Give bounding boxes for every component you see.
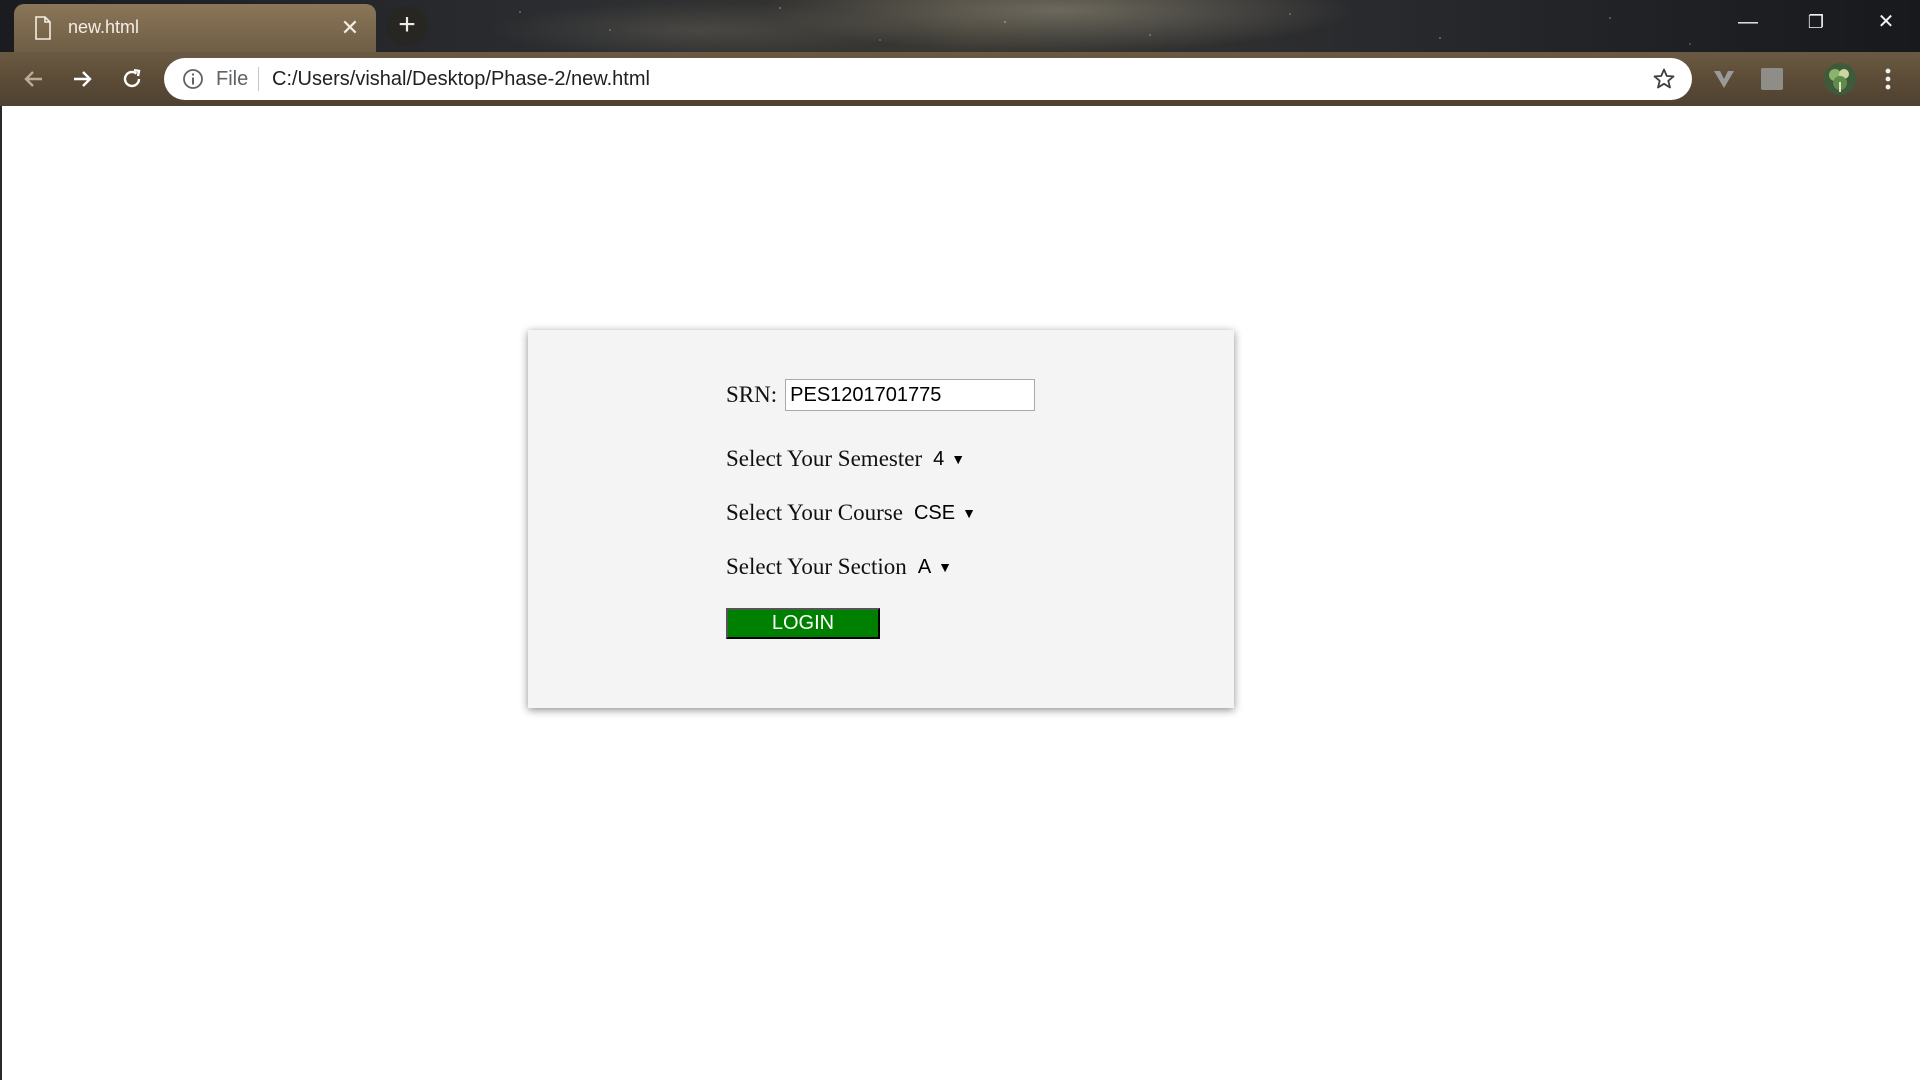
browser-chrome: new.html ✕ + — ❐ ✕ File C:/Users/vishal/… [0, 0, 1920, 106]
srn-row: SRN: [726, 378, 1036, 412]
course-row: Select Your Course CSE ▼ [726, 496, 1035, 530]
star-icon[interactable] [1652, 67, 1676, 91]
semester-select[interactable]: 4 ▼ [933, 448, 965, 471]
login-row: LOGIN [726, 606, 1035, 640]
forward-icon [74, 71, 92, 87]
semester-row: Select Your Semester 4 ▼ [726, 442, 1035, 476]
semester-value: 4 [933, 447, 945, 470]
section-row: Select Your Section A ▼ [726, 550, 1035, 584]
browser-tab[interactable]: new.html ✕ [14, 4, 376, 52]
browser-menu-button[interactable] [1874, 63, 1902, 95]
vivaldi-extension-icon [1714, 71, 1734, 88]
new-tab-button[interactable]: + [386, 6, 428, 46]
reload-icon [123, 68, 141, 88]
extension-square-button[interactable] [1756, 63, 1788, 95]
scheme-label: File [216, 68, 249, 90]
extension-square-icon [1761, 68, 1783, 90]
section-label: Select Your Section [726, 554, 907, 579]
chevron-down-icon: ▼ [938, 559, 953, 575]
login-card: SRN: Select Your Semester 4 ▼ Select You… [528, 330, 1234, 708]
course-value: CSE [913, 501, 956, 524]
reload-button[interactable] [110, 60, 154, 98]
restore-button[interactable]: ❐ [1782, 0, 1850, 44]
doc-icon [35, 16, 51, 40]
course-select[interactable]: CSE ▼ [914, 502, 976, 525]
tab-close-icon[interactable]: ✕ [338, 16, 362, 40]
login-form: SRN: Select Your Semester 4 ▼ Select You… [726, 378, 1036, 640]
forward-button[interactable] [60, 60, 104, 98]
window-left-border [0, 106, 2, 1080]
address-divider [258, 67, 259, 91]
window-close-button[interactable]: ✕ [1852, 0, 1920, 44]
profile-avatar-icon [1824, 63, 1856, 95]
url-text[interactable]: C:/Users/vishal/Desktop/Phase-2/new.html [272, 68, 650, 91]
course-label: Select Your Course [726, 500, 903, 525]
minimize-button[interactable]: — [1714, 0, 1782, 44]
tab-title: new.html [68, 17, 140, 37]
srn-input[interactable] [785, 379, 1036, 411]
back-icon [24, 71, 42, 87]
section-select[interactable]: A ▼ [918, 556, 952, 579]
kebab-menu-icon [1885, 68, 1891, 90]
profile-avatar-button[interactable] [1822, 61, 1858, 97]
vivaldi-extension-button[interactable] [1708, 63, 1740, 95]
login-button[interactable]: LOGIN [726, 607, 880, 639]
info-icon[interactable] [182, 68, 204, 90]
back-button[interactable] [12, 60, 56, 98]
srn-label: SRN: [726, 382, 778, 407]
address-bar[interactable]: File C:/Users/vishal/Desktop/Phase-2/new… [164, 58, 1692, 100]
chevron-down-icon: ▼ [951, 451, 966, 467]
chevron-down-icon: ▼ [962, 505, 976, 521]
section-value: A [917, 555, 932, 578]
semester-label: Select Your Semester [726, 446, 923, 471]
